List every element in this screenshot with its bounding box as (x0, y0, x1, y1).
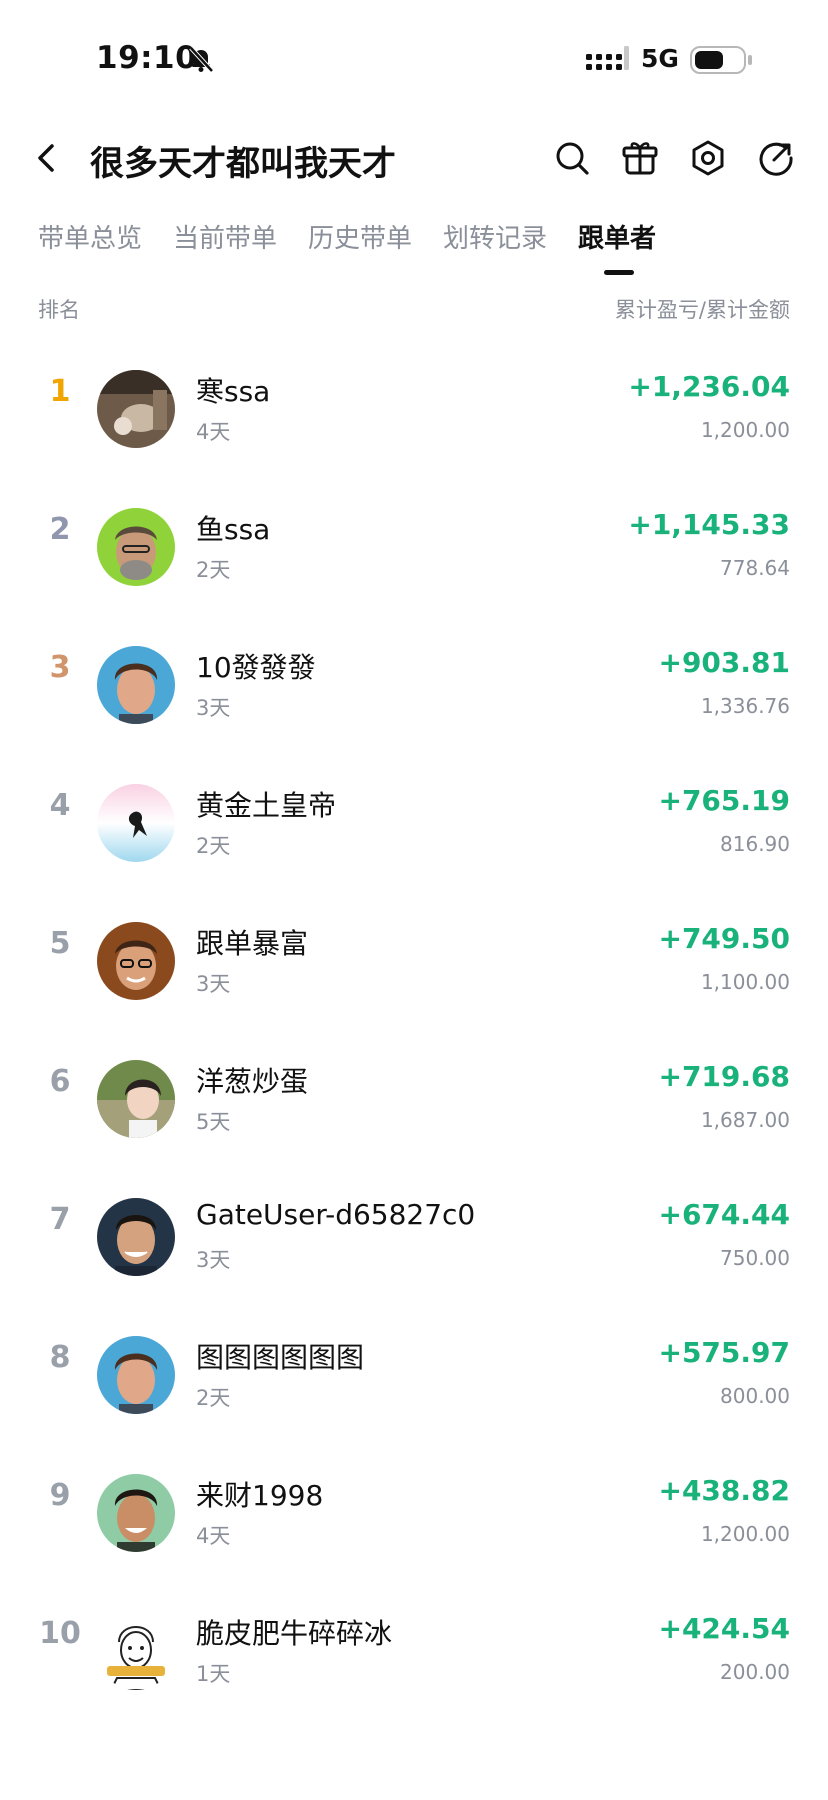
cumulative-amount: 778.64 (720, 556, 790, 580)
follower-row[interactable]: 4 黄金土皇帝 2天 +765.19 816.90 (0, 754, 828, 892)
rank-number: 1 (49, 374, 71, 409)
rank-number: 3 (49, 650, 71, 685)
search-icon[interactable] (552, 138, 592, 178)
header: 很多天才都叫我天才 (0, 120, 828, 200)
follow-days: 5天 (196, 1110, 231, 1134)
tab-bar: 带单总览 当前带单 历史带单 划转记录 跟单者 (0, 210, 828, 276)
gift-icon[interactable] (620, 138, 660, 178)
follow-days: 3天 (196, 1248, 231, 1272)
status-bar: 19:10 5G (0, 0, 828, 110)
cumulative-pnl: +674.44 (658, 1198, 790, 1231)
follower-name: 寒ssa (196, 375, 271, 408)
follower-name: 洋葱炒蛋 (196, 1065, 309, 1098)
cumulative-amount: 1,687.00 (700, 1108, 790, 1132)
avatar (97, 1474, 175, 1552)
cumulative-pnl: +749.50 (658, 922, 790, 955)
follower-row[interactable]: 2 鱼ssa 2天 +1,145.33 778.64 (0, 478, 828, 616)
back-arrow-icon[interactable] (30, 140, 66, 176)
page-title: 很多天才都叫我天才 (90, 144, 396, 184)
cumulative-amount: 200.00 (720, 1660, 790, 1684)
follower-name: 黄金土皇帝 (196, 789, 337, 822)
rank-number: 10 (39, 1616, 81, 1651)
rank-number: 6 (49, 1064, 71, 1099)
tab-transfers[interactable]: 划转记录 (443, 218, 547, 255)
cumulative-amount: 1,200.00 (700, 418, 790, 442)
rank-column-label: 排名 (38, 298, 80, 322)
avatar (97, 1612, 175, 1690)
avatar (97, 646, 175, 724)
follow-days: 2天 (196, 558, 231, 582)
cumulative-pnl: +438.82 (658, 1474, 790, 1507)
follower-row[interactable]: 10 脆皮肥牛碎碎冰 1天 +424.54 200.00 (0, 1582, 828, 1720)
avatar (97, 370, 175, 448)
cumulative-pnl: +719.68 (658, 1060, 790, 1093)
status-time: 19:10 (96, 40, 198, 76)
cumulative-pnl: +1,145.33 (628, 508, 790, 541)
follower-name: 来财1998 (196, 1479, 324, 1512)
avatar (97, 1198, 175, 1276)
settings-icon[interactable] (688, 138, 728, 178)
cumulative-amount: 1,200.00 (700, 1522, 790, 1546)
follower-row[interactable]: 5 跟单暴富 3天 +749.50 1,100.00 (0, 892, 828, 1030)
follower-row[interactable]: 1 寒ssa 4天 +1,236.04 1,200.00 (0, 340, 828, 478)
follower-name: 跟单暴富 (196, 927, 309, 960)
tab-current[interactable]: 当前带单 (173, 218, 277, 255)
cumulative-amount: 750.00 (720, 1246, 790, 1270)
avatar (97, 508, 175, 586)
follower-row[interactable]: 8 图图图图图图 2天 +575.97 800.00 (0, 1306, 828, 1444)
follower-name: 鱼ssa (196, 513, 271, 546)
list-header: 排名 累计盈亏/累计金额 (0, 290, 828, 326)
battery-icon (690, 46, 752, 74)
follow-days: 1天 (196, 1662, 231, 1686)
cumulative-amount: 1,336.76 (700, 694, 790, 718)
follower-row[interactable]: 6 洋葱炒蛋 5天 +719.68 1,687.00 (0, 1030, 828, 1168)
follower-row[interactable]: 9 来财1998 4天 +438.82 1,200.00 (0, 1444, 828, 1582)
signal-icon (586, 46, 629, 70)
cumulative-pnl: +424.54 (658, 1612, 790, 1645)
cumulative-amount: 1,100.00 (700, 970, 790, 994)
cumulative-pnl: +1,236.04 (628, 370, 790, 403)
share-icon[interactable] (756, 138, 796, 178)
follow-days: 2天 (196, 834, 231, 858)
follow-days: 4天 (196, 1524, 231, 1548)
follower-name: 10發發發 (196, 651, 316, 684)
avatar (97, 1336, 175, 1414)
follower-name: GateUser-d65827c0 (196, 1198, 476, 1231)
cumulative-amount: 800.00 (720, 1384, 790, 1408)
follow-days: 4天 (196, 420, 231, 444)
cumulative-amount: 816.90 (720, 832, 790, 856)
cumulative-pnl: +765.19 (658, 784, 790, 817)
follow-days: 3天 (196, 972, 231, 996)
follower-name: 图图图图图图 (196, 1341, 365, 1374)
follower-row[interactable]: 3 10發發發 3天 +903.81 1,336.76 (0, 616, 828, 754)
rank-number: 4 (49, 788, 71, 823)
cumulative-pnl: +575.97 (658, 1336, 790, 1369)
avatar (97, 922, 175, 1000)
network-type: 5G (641, 44, 679, 73)
mute-bell-icon (189, 46, 214, 73)
avatar (97, 784, 175, 862)
avatar (97, 1060, 175, 1138)
rank-number: 9 (49, 1478, 71, 1513)
rank-number: 8 (49, 1340, 71, 1375)
rank-number: 5 (49, 926, 71, 961)
follower-name: 脆皮肥牛碎碎冰 (196, 1617, 393, 1650)
rank-number: 7 (49, 1202, 71, 1237)
follow-days: 2天 (196, 1386, 231, 1410)
screen: 19:10 5G 很多天才都叫我天才 带单总览 当前带单 历史带单 划转记录 跟… (0, 0, 828, 1800)
follower-row[interactable]: 7 GateUser-d65827c0 3天 +674.44 750.00 (0, 1168, 828, 1306)
rank-number: 2 (49, 512, 71, 547)
tab-active-indicator (604, 270, 634, 275)
tab-history[interactable]: 历史带单 (308, 218, 412, 255)
tab-overview[interactable]: 带单总览 (38, 218, 142, 255)
cumulative-pnl: +903.81 (658, 646, 790, 679)
follow-days: 3天 (196, 696, 231, 720)
tab-followers[interactable]: 跟单者 (578, 218, 656, 255)
pnl-column-label: 累计盈亏/累计金额 (614, 298, 790, 322)
